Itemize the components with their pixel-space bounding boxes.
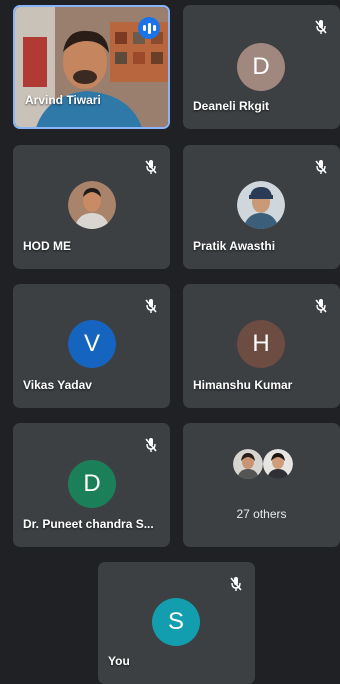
participant-tile-deaneli-rkgit[interactable]: D Deaneli Rkgit <box>183 5 340 129</box>
participant-tile-arvind-tiwari[interactable]: Arvind Tiwari <box>13 5 170 129</box>
avatar: D <box>237 43 285 91</box>
participant-tile-dr-puneet[interactable]: D Dr. Puneet chandra S... <box>13 423 170 547</box>
participant-name: HOD ME <box>23 239 71 253</box>
participant-name: Arvind Tiwari <box>25 93 101 107</box>
participant-tile-himanshu-kumar[interactable]: H Himanshu Kumar <box>183 284 340 408</box>
audio-level-icon <box>138 17 160 39</box>
avatar-initial: H <box>252 330 270 357</box>
avatar-initial: D <box>83 470 101 497</box>
other-avatar <box>263 449 293 479</box>
avatar: D <box>68 460 116 508</box>
participant-name: Deaneli Rkgit <box>193 99 270 113</box>
mic-off-icon <box>315 20 327 34</box>
mic-off-icon <box>145 299 157 313</box>
avatar-initial: D <box>252 53 270 80</box>
others-count: 27 others <box>236 507 287 521</box>
mic-off-icon <box>145 438 157 452</box>
others-tile[interactable]: 27 others <box>183 423 340 547</box>
mic-off-icon <box>230 577 242 591</box>
avatar-initial: S <box>167 608 184 635</box>
participant-name: Pratik Awasthi <box>193 239 276 253</box>
other-avatar <box>233 449 263 479</box>
participant-name: Dr. Puneet chandra S... <box>23 517 154 531</box>
avatar <box>68 181 116 229</box>
mic-off-icon <box>315 299 327 313</box>
participant-name: Vikas Yadav <box>23 378 92 392</box>
avatar <box>237 181 285 229</box>
participant-tile-pratik-awasthi[interactable]: Pratik Awasthi <box>183 145 340 269</box>
avatar: H <box>237 320 285 368</box>
participant-name: You <box>108 654 130 668</box>
mic-off-icon <box>315 160 327 174</box>
participant-name: Himanshu Kumar <box>193 378 293 392</box>
participant-tile-you[interactable]: S You <box>98 562 255 684</box>
participant-tile-vikas-yadav[interactable]: V Vikas Yadav <box>13 284 170 408</box>
avatar: V <box>68 320 116 368</box>
avatar: S <box>152 598 200 646</box>
mic-off-icon <box>145 160 157 174</box>
avatar-initial: V <box>83 330 100 357</box>
participant-tile-hod-me[interactable]: HOD ME <box>13 145 170 269</box>
